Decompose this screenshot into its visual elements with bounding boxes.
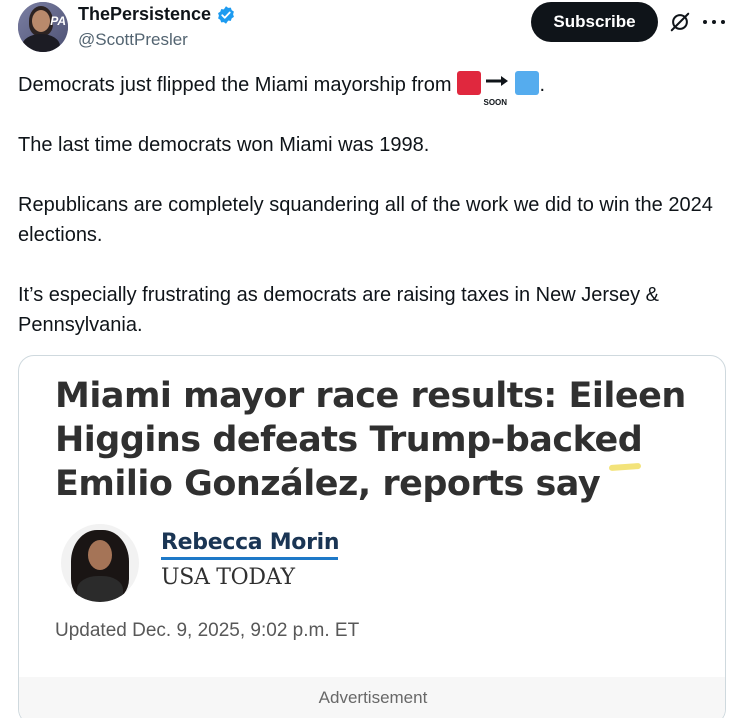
article-headline: Miami mayor race results: Eileen Higgins… [55, 376, 686, 504]
tweet-paragraph-2: The last time democrats won Miami was 19… [18, 134, 430, 156]
tweet-header: PA ThePersistence @ScottPresler Subscrib… [0, 0, 743, 60]
author-underline [161, 557, 338, 560]
author-name-link: Rebecca Morin [161, 530, 340, 555]
tweet-paragraph-1: Democrats just flipped the Miami mayorsh… [18, 70, 733, 107]
subscribe-button[interactable]: Subscribe [531, 2, 658, 42]
avatar[interactable]: PA [18, 2, 68, 52]
display-name[interactable]: ThePersistence [78, 4, 211, 25]
soon-arrow-emoji-icon: SOON [483, 73, 513, 107]
grok-icon[interactable] [669, 11, 691, 33]
advertisement-label: Advertisement [318, 688, 428, 707]
updated-timestamp: Updated Dec. 9, 2025, 9:02 p.m. ET [55, 620, 360, 641]
user-handle[interactable]: @ScottPresler [78, 30, 188, 50]
verified-badge-icon [218, 5, 234, 24]
name-row: ThePersistence [78, 4, 236, 25]
more-icon[interactable] [703, 12, 725, 32]
blue-square-emoji-icon [515, 71, 540, 95]
tweet-paragraph-4: It’s especially frustrating as democrats… [18, 284, 660, 336]
tweet-paragraph-3: Republicans are completely squandering a… [18, 194, 713, 246]
avatar-badge: PA [50, 14, 66, 28]
publication-name: USA TODAY [161, 565, 295, 590]
red-square-emoji-icon [457, 71, 482, 95]
author-photo [61, 524, 139, 602]
article-image-card[interactable]: Miami mayor race results: Eileen Higgins… [18, 355, 726, 718]
tweet-text: Democrats just flipped the Miami mayorsh… [18, 70, 733, 340]
